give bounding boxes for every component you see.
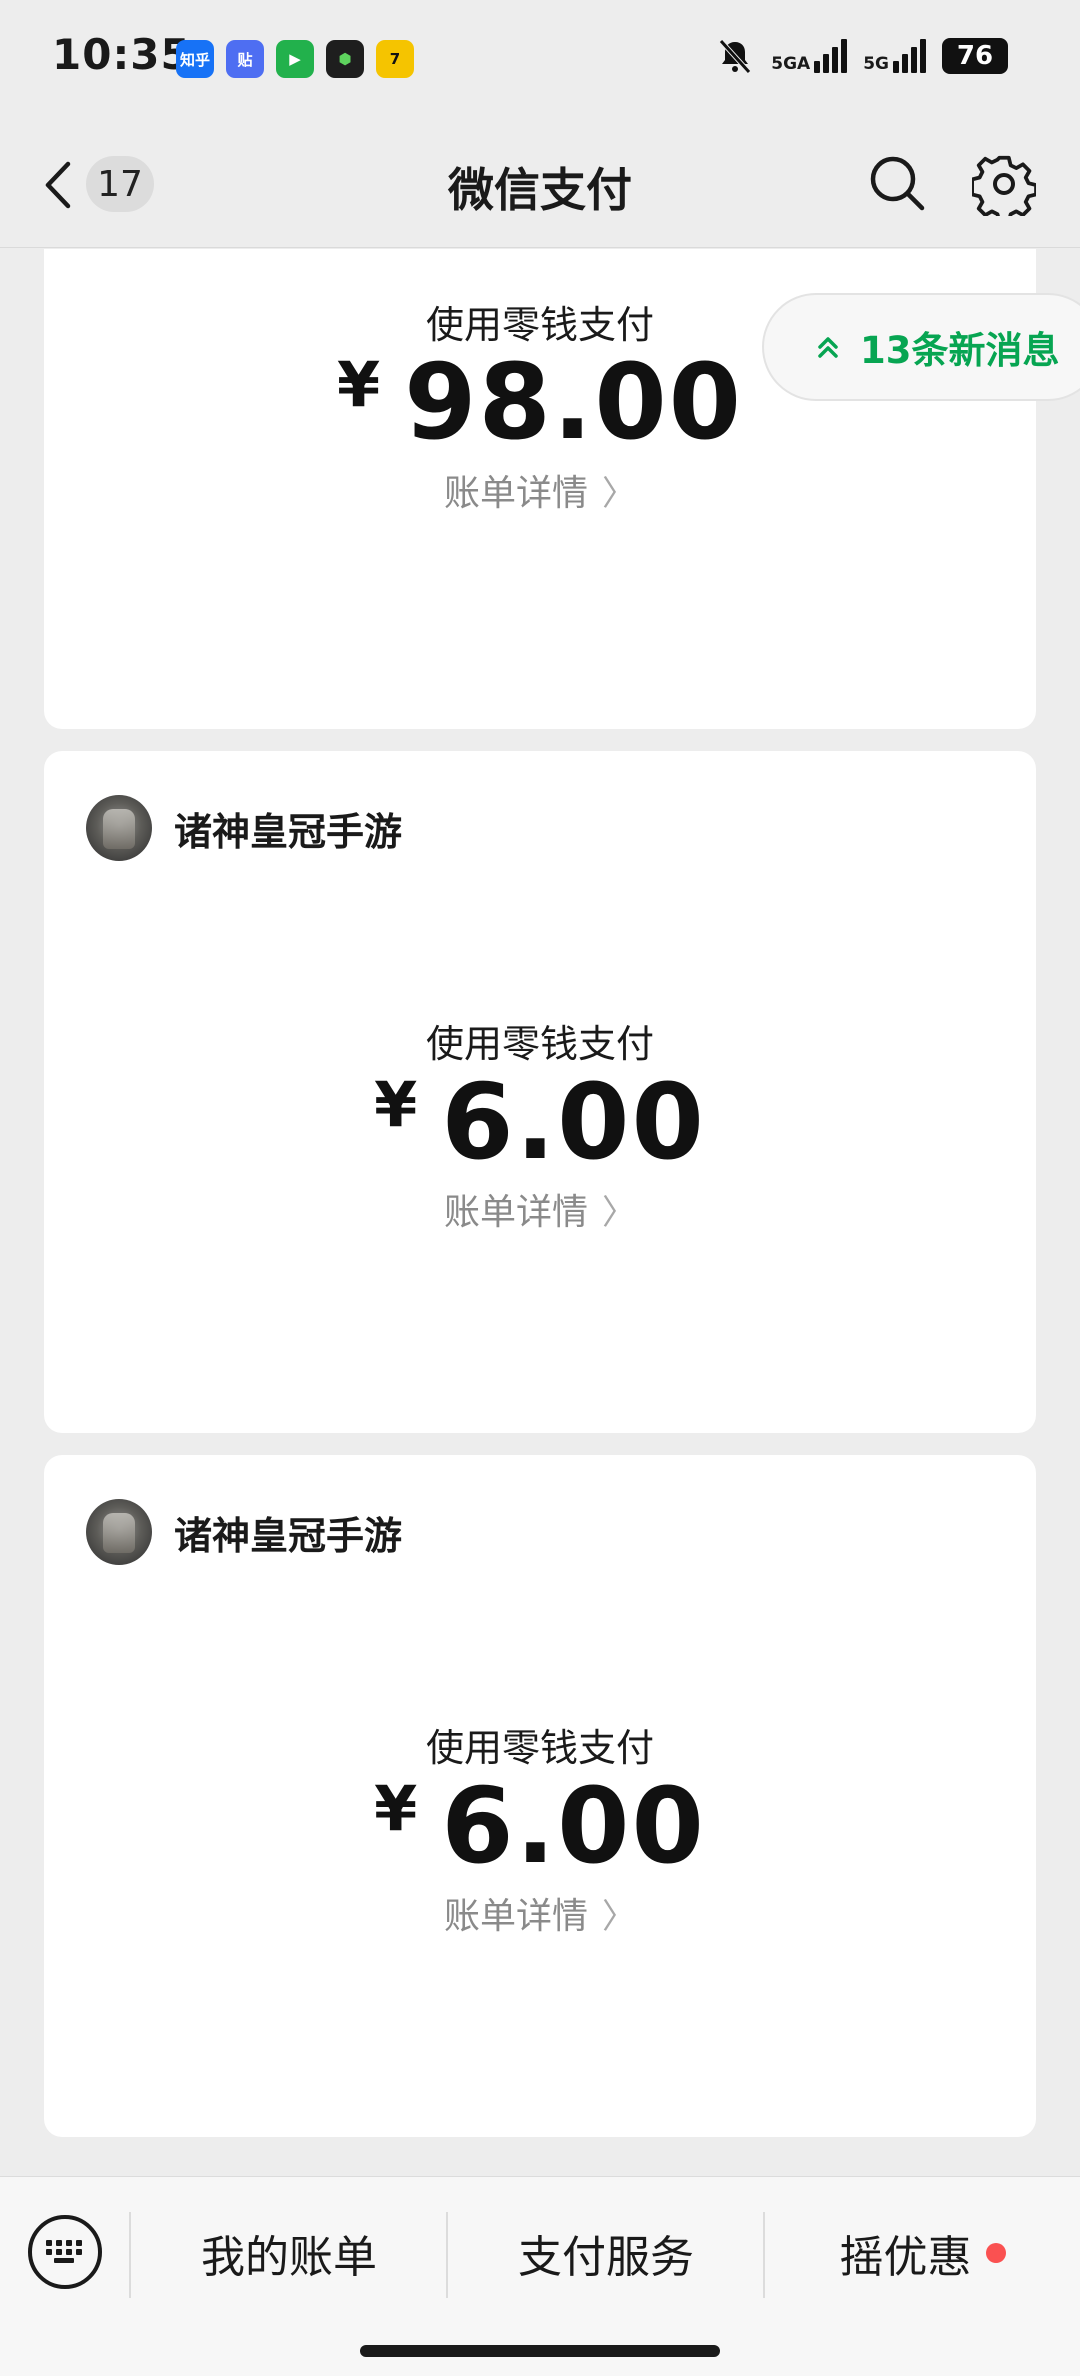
- payment-method: 使用零钱支付: [425, 1022, 654, 1066]
- merchant-avatar: [86, 795, 152, 861]
- battery-icon: 76: [942, 38, 1008, 74]
- bill-detail-link[interactable]: 账单详情〉: [44, 1887, 1036, 1939]
- payment-card[interactable]: 诸神皇冠手游 使用零钱支付 ¥6.00 账单详情〉: [44, 751, 1036, 1433]
- currency-symbol: ¥: [374, 1772, 420, 1845]
- seven-cat-app-icon: 7: [376, 40, 414, 78]
- gear-icon[interactable]: [972, 152, 1036, 216]
- signal-5ga: 5GA: [771, 39, 848, 74]
- payment-method: 使用零钱支付: [425, 1726, 654, 1770]
- new-messages-label: 13条新消息: [860, 329, 1060, 372]
- amount-value: 6.00: [441, 1765, 706, 1887]
- menu-pay-services[interactable]: 支付服务: [448, 2219, 764, 2287]
- payment-amount: ¥6.00: [44, 1765, 1036, 1887]
- chevron-right-icon: 〉: [602, 1897, 636, 1937]
- bottom-menu-bar: 我的账单 支付服务 摇优惠: [0, 2176, 1080, 2376]
- zhihu-app-icon: 知乎: [176, 40, 214, 78]
- bill-detail-label: 账单详情: [443, 1192, 588, 1233]
- new-messages-button[interactable]: 13条新消息: [762, 293, 1080, 401]
- signal-bars-icon: [814, 39, 848, 73]
- menu-shake-offers[interactable]: 摇优惠: [765, 2219, 1080, 2287]
- chevron-right-icon: 〉: [602, 474, 636, 514]
- top-navigation-bar: 17 微信支付: [0, 118, 1080, 248]
- merchant-name: 诸神皇冠手游: [174, 809, 403, 854]
- bill-detail-label: 账单详情: [443, 473, 588, 514]
- network-type-2: 5G: [863, 54, 889, 74]
- double-chevron-up-icon: [818, 337, 838, 358]
- status-bar: 10:35 知乎 贴 ▶ ⬢ 7 5GA 5G 76: [0, 0, 1080, 118]
- bell-muted-icon: [719, 39, 752, 74]
- status-time: 10:35: [52, 30, 191, 79]
- merchant-name: 诸神皇冠手游: [174, 1513, 403, 1558]
- keyboard-toggle-button[interactable]: [28, 2215, 102, 2289]
- amount-value: 98.00: [404, 341, 744, 463]
- system-status: 5GA 5G 76: [715, 36, 1008, 76]
- search-icon[interactable]: [868, 154, 926, 212]
- chevron-right-icon: 〉: [602, 1193, 636, 1233]
- iqiyi-app-icon: ▶: [276, 40, 314, 78]
- merchant-header[interactable]: 诸神皇冠手游: [86, 1499, 402, 1565]
- amount-value: 6.00: [441, 1061, 706, 1183]
- merchant-header[interactable]: 诸神皇冠手游: [86, 795, 402, 861]
- menu-my-bills[interactable]: 我的账单: [131, 2219, 447, 2287]
- bill-detail-link[interactable]: 账单详情〉: [44, 464, 1036, 516]
- merchant-avatar: [86, 1499, 152, 1565]
- payment-card[interactable]: 诸神皇冠手游 使用零钱支付 ¥6.00 账单详情〉: [44, 1455, 1036, 2137]
- green-box-app-icon: ⬢: [326, 40, 364, 78]
- bill-detail-link[interactable]: 账单详情〉: [44, 1183, 1036, 1235]
- currency-symbol: ¥: [374, 1068, 420, 1141]
- currency-symbol: ¥: [336, 348, 383, 421]
- bill-detail-label: 账单详情: [443, 1896, 588, 1937]
- signal-5g: 5G: [863, 39, 926, 73]
- tieba-app-icon: 贴: [226, 40, 264, 78]
- payment-message-list[interactable]: 使用零钱支付 ¥98.00 账单详情〉 诸神皇冠手游 使用零钱支付 ¥6.00 …: [0, 249, 1080, 2175]
- payment-amount: ¥6.00: [44, 1061, 1036, 1183]
- notification-app-icons: 知乎 贴 ▶ ⬢ 7: [176, 40, 414, 78]
- signal-bars-icon: [893, 39, 926, 73]
- notification-dot: [985, 2243, 1006, 2263]
- network-type-1: 5GA: [771, 54, 811, 74]
- menu-shake-offers-label: 摇优惠: [839, 2232, 972, 2283]
- keyboard-icon: [46, 2240, 82, 2263]
- home-indicator[interactable]: [360, 2345, 720, 2357]
